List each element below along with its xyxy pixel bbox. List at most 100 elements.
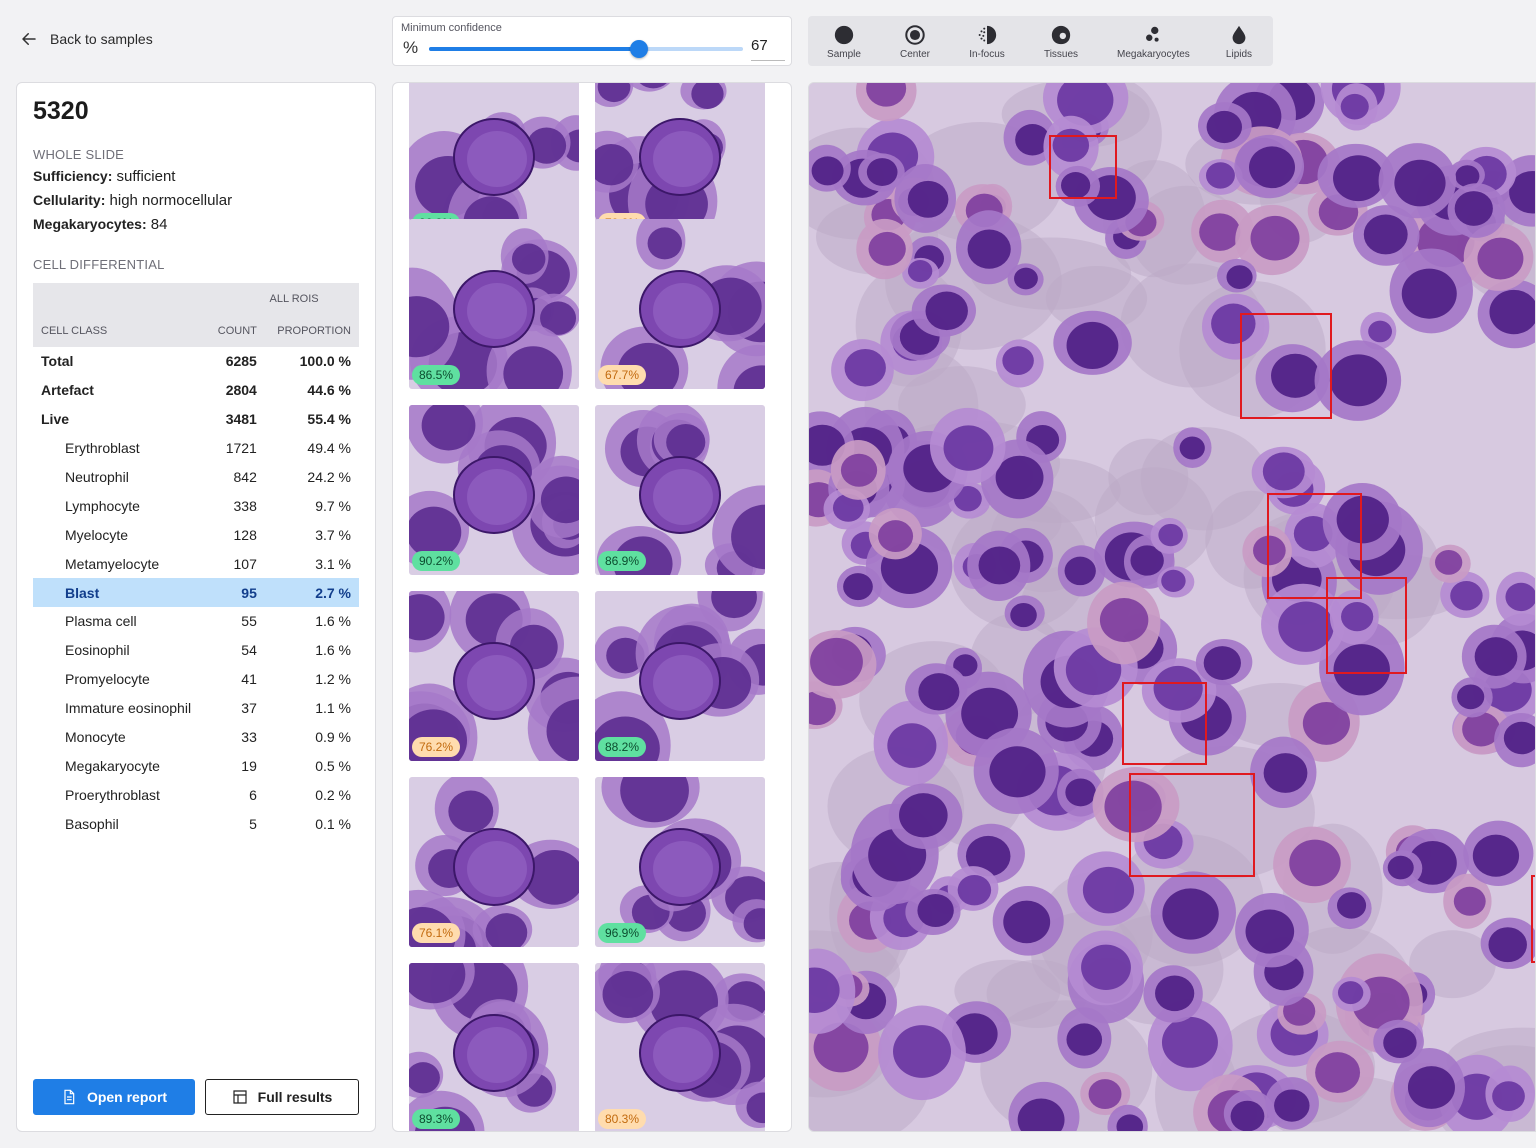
cell-proportion: 3.1 % bbox=[315, 555, 351, 572]
cell-class-name: Proerythroblast bbox=[65, 786, 160, 803]
cell-proportion: 0.5 % bbox=[315, 757, 351, 774]
differential-rows: Total 6285 100.0 % Artefact 2804 44.6 % Live 34… bbox=[33, 347, 359, 838]
confidence-badge: 76.2% bbox=[412, 737, 461, 757]
confidence-badge: 86.9% bbox=[598, 551, 647, 571]
cell-thumbnail[interactable]: 86.3% bbox=[409, 83, 579, 237]
differential-row-artefact[interactable]: Artefact 2804 44.6 % bbox=[33, 376, 359, 405]
cell-thumbnail[interactable]: 76.1% bbox=[409, 777, 579, 947]
confidence-slider-thumb[interactable] bbox=[630, 40, 649, 58]
roi-box[interactable] bbox=[1531, 875, 1535, 963]
cell-class-name: Total bbox=[41, 353, 74, 370]
confidence-value-input[interactable]: 67 bbox=[751, 37, 785, 61]
cell-count: 842 bbox=[233, 469, 257, 485]
all-rois-header: ALL ROIS bbox=[207, 283, 359, 315]
tool-megakaryocytes[interactable]: Megakaryocytes bbox=[1117, 16, 1190, 66]
differential-row-blast[interactable]: Blast 95 2.7 % bbox=[33, 578, 359, 608]
confidence-slider[interactable] bbox=[429, 40, 743, 58]
tool-sample[interactable]: Sample bbox=[809, 16, 879, 66]
cell-image bbox=[595, 405, 765, 575]
cell-proportion: 0.9 % bbox=[315, 729, 351, 746]
cell-image bbox=[409, 963, 579, 1131]
back-label: Back to samples bbox=[50, 31, 153, 47]
roi-box[interactable] bbox=[1240, 313, 1332, 419]
tool-in-focus-label: In-focus bbox=[969, 49, 1005, 60]
differential-row-live[interactable]: Live 3481 55.4 % bbox=[33, 405, 359, 434]
cellularity-value: high normocellular bbox=[109, 192, 233, 209]
arrow-left-icon bbox=[22, 33, 36, 45]
cell-thumbnail[interactable]: 89.3% bbox=[409, 963, 579, 1131]
minimum-confidence-label: Minimum confidence bbox=[401, 22, 502, 34]
roi-box[interactable] bbox=[1049, 135, 1117, 199]
cell-thumbnail[interactable]: 86.9% bbox=[595, 405, 765, 575]
cell-thumbnail[interactable]: 86.5% bbox=[409, 219, 579, 389]
tool-lipids[interactable]: Lipids bbox=[1204, 16, 1274, 66]
back-to-samples-link[interactable]: Back to samples bbox=[20, 30, 153, 48]
cell-thumbnail[interactable]: 67.7% bbox=[595, 219, 765, 389]
cell-thumbnail[interactable]: 80.3% bbox=[595, 963, 765, 1131]
differential-row-neutrophil[interactable]: Neutrophil 842 24.2 % bbox=[33, 463, 359, 492]
differential-row-myelocyte[interactable]: Myelocyte 128 3.7 % bbox=[33, 520, 359, 549]
cell-thumbnail[interactable]: 96.9% bbox=[595, 777, 765, 947]
cell-class-name: Artefact bbox=[41, 382, 94, 399]
confidence-badge: 80.3% bbox=[598, 1109, 647, 1129]
cell-class-name: Basophil bbox=[65, 815, 119, 832]
differential-row-erythroblast[interactable]: Erythroblast 1721 49.4 % bbox=[33, 434, 359, 463]
differential-row-immature-eosinophil[interactable]: Immature eosinophil 37 1.1 % bbox=[33, 694, 359, 723]
differential-row-basophil[interactable]: Basophil 5 0.1 % bbox=[33, 809, 359, 838]
cell-thumbnail[interactable]: 70.2% bbox=[595, 83, 765, 237]
full-results-button[interactable]: Full results bbox=[205, 1079, 359, 1115]
cell-proportion: 2.7 % bbox=[264, 578, 359, 608]
cell-proportion: 1.6 % bbox=[315, 613, 351, 630]
roi-box[interactable] bbox=[1326, 577, 1407, 674]
confidence-slider-fill bbox=[429, 47, 640, 51]
roi-box[interactable] bbox=[1122, 682, 1207, 765]
droplet-icon bbox=[1232, 25, 1246, 45]
cell-count: 338 bbox=[233, 497, 257, 514]
cell-image bbox=[595, 777, 765, 947]
tool-center-label: Center bbox=[899, 49, 930, 60]
cell-count: 41 bbox=[241, 671, 257, 688]
sufficiency-value: sufficient bbox=[116, 168, 176, 185]
differential-row-plasma-cell[interactable]: Plasma cell 55 1.6 % bbox=[33, 607, 359, 636]
half-dotted-circle-icon bbox=[978, 25, 997, 45]
cell-count: 107 bbox=[233, 555, 257, 572]
open-report-button[interactable]: Open report bbox=[33, 1079, 195, 1115]
cell-proportion: 1.1 % bbox=[315, 700, 351, 717]
cell-class-name: Promyelocyte bbox=[65, 671, 150, 688]
minimum-confidence-control: Minimum confidence % 67 bbox=[392, 16, 792, 66]
sufficiency-label: Sufficiency: bbox=[33, 168, 113, 184]
cell-class-name: Live bbox=[41, 411, 70, 428]
confidence-badge: 86.5% bbox=[412, 365, 461, 385]
cell-count: 5 bbox=[249, 815, 257, 832]
slide-viewer[interactable] bbox=[808, 82, 1536, 1132]
cell-thumbnail[interactable]: 76.2% bbox=[409, 591, 579, 761]
cell-count: 2804 bbox=[225, 382, 257, 399]
tool-in-focus[interactable]: In-focus bbox=[952, 16, 1022, 66]
cell-proportion: 0.1 % bbox=[315, 815, 351, 832]
cell-thumbnail[interactable]: 88.2% bbox=[595, 591, 765, 761]
cell-class-name: Monocyte bbox=[65, 729, 126, 746]
differential-row-eosinophil[interactable]: Eosinophil 54 1.6 % bbox=[33, 636, 359, 665]
cell-count: 6 bbox=[249, 786, 257, 803]
cell-class-name: Metamyelocyte bbox=[65, 555, 160, 572]
differential-row-metamyelocyte[interactable]: Metamyelocyte 107 3.1 % bbox=[33, 549, 359, 578]
cell-count: 33 bbox=[241, 729, 257, 746]
table-icon bbox=[233, 1090, 247, 1104]
differential-row-monocyte[interactable]: Monocyte 33 0.9 % bbox=[33, 723, 359, 752]
tool-center[interactable]: Center bbox=[880, 16, 950, 66]
cell-thumbnail[interactable]: 90.2% bbox=[409, 405, 579, 575]
cell-class-name: Erythroblast bbox=[65, 440, 140, 457]
differential-row-lymphocyte[interactable]: Lymphocyte 338 9.7 % bbox=[33, 491, 359, 520]
document-icon bbox=[64, 1089, 75, 1105]
differential-row-megakaryocyte[interactable]: Megakaryocyte 19 0.5 % bbox=[33, 751, 359, 780]
tool-tissues[interactable]: Tissues bbox=[1026, 16, 1096, 66]
cell-class-name: Myelocyte bbox=[65, 526, 129, 543]
differential-row-total[interactable]: Total 6285 100.0 % bbox=[33, 347, 359, 376]
tool-sample-label: Sample bbox=[827, 49, 861, 60]
cell-image bbox=[409, 591, 579, 761]
roi-box[interactable] bbox=[1129, 773, 1255, 877]
megakaryocytes-label: Megakaryocytes: bbox=[33, 216, 147, 232]
differential-row-promyelocyte[interactable]: Promyelocyte 41 1.2 % bbox=[33, 665, 359, 694]
differential-row-proerythroblast[interactable]: Proerythroblast 6 0.2 % bbox=[33, 780, 359, 809]
confidence-badge: 88.2% bbox=[598, 737, 647, 757]
